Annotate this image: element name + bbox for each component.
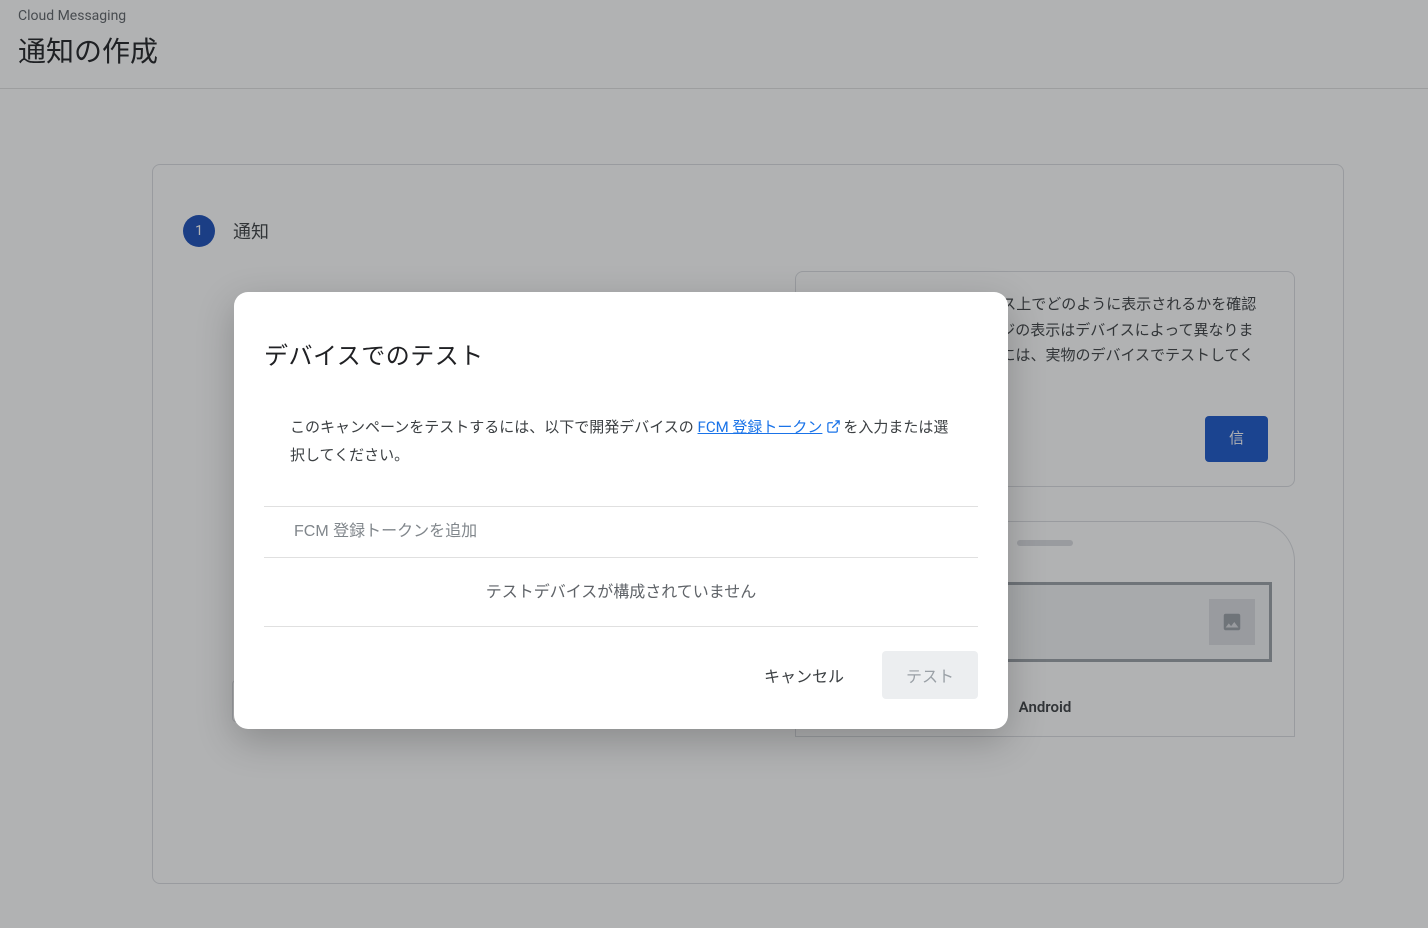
empty-state-text: テストデバイスが構成されていません — [264, 558, 978, 627]
dialog-msg-before: このキャンペーンをテストするには、以下で開発デバイスの — [290, 418, 698, 436]
dialog-message: このキャンペーンをテストするには、以下で開発デバイスの FCM 登録トークンを入… — [264, 415, 978, 507]
test-on-device-dialog: デバイスでのテスト このキャンペーンをテストするには、以下で開発デバイスの FC… — [234, 292, 1008, 729]
dialog-title: デバイスでのテスト — [264, 336, 978, 371]
fcm-token-link[interactable]: FCM 登録トークン — [698, 418, 844, 436]
dialog-actions: キャンセル テスト — [264, 627, 978, 699]
fcm-token-input[interactable] — [264, 507, 978, 557]
test-button[interactable]: テスト — [882, 651, 978, 699]
external-link-icon — [826, 417, 841, 443]
cancel-button[interactable]: キャンセル — [746, 653, 862, 697]
token-input-wrap — [264, 507, 978, 558]
